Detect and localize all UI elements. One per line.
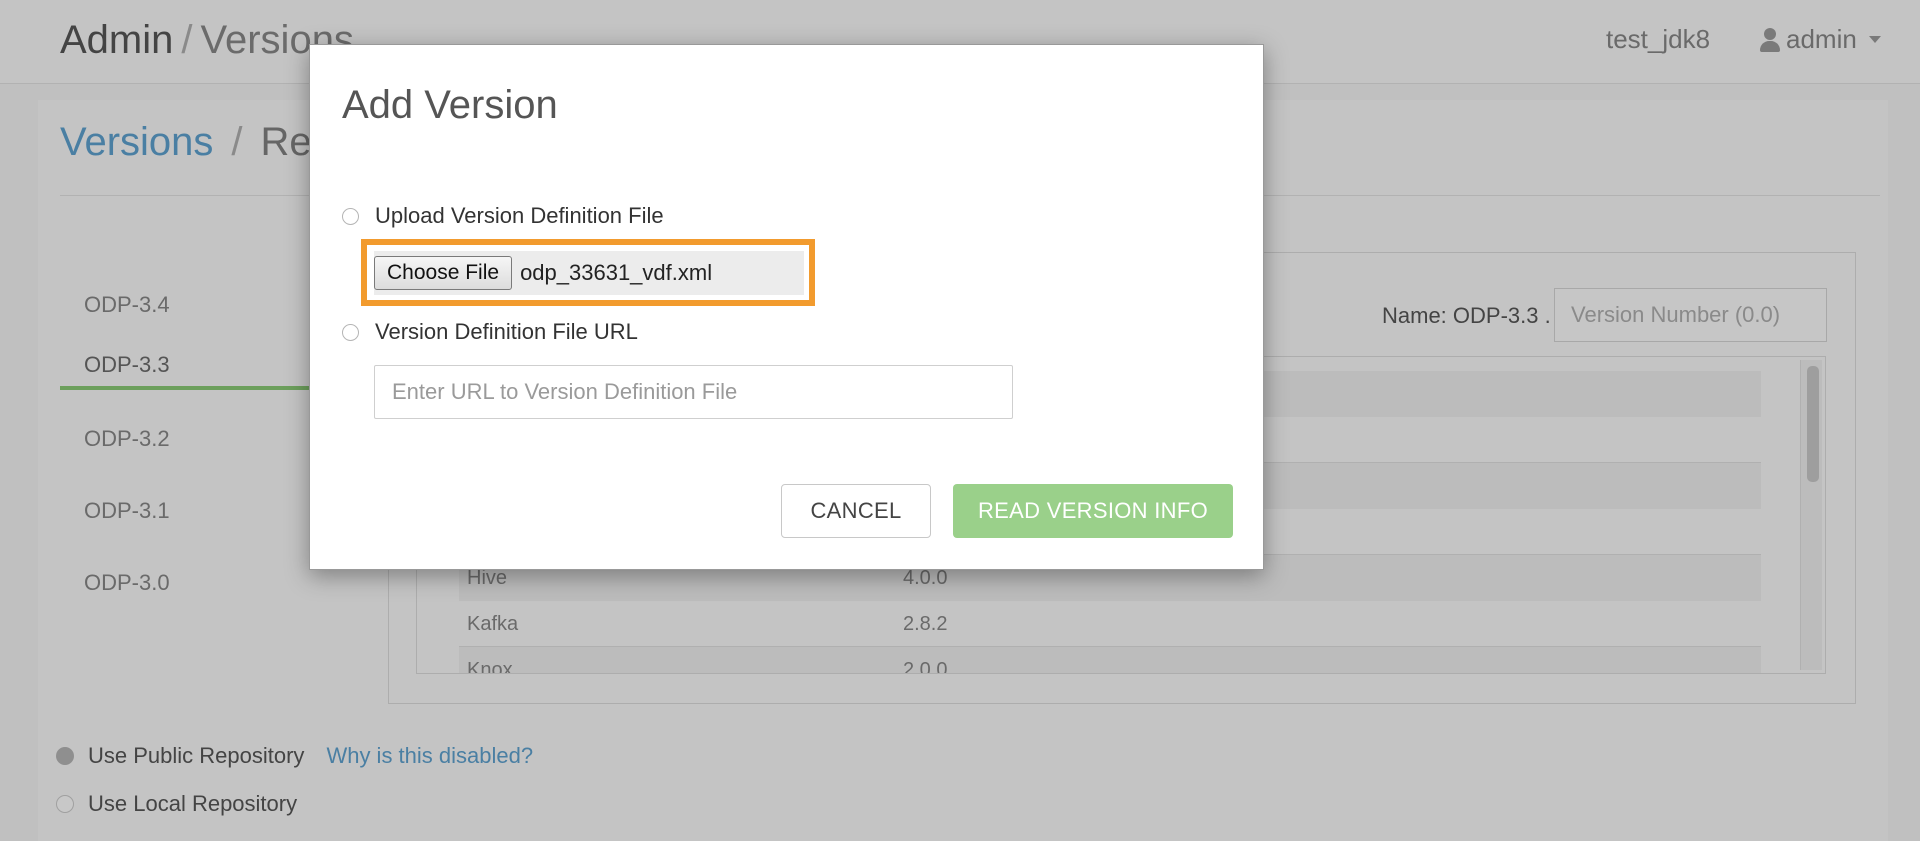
user-icon [1760,27,1780,52]
table-row: Kafka 2.8.2 [459,601,1761,647]
scrollbar-thumb[interactable] [1807,366,1819,482]
version-name-label: Name: ODP-3.3 . [1382,303,1551,328]
use-local-repository-option[interactable]: Use Local Repository [56,791,297,817]
user-name: admin [1786,24,1857,54]
upload-file-option[interactable]: Upload Version Definition File [342,203,664,229]
page-title-admin: Admin [60,18,174,62]
version-number-input[interactable]: Version Number (0.0) [1554,288,1827,342]
stack-tab-odp-3-4[interactable]: ODP-3.4 [60,280,320,330]
component-version: 4.0.0 [903,567,948,589]
public-repository-radio[interactable] [56,747,74,765]
read-version-info-button[interactable]: READ VERSION INFO [953,484,1233,538]
chevron-down-icon [1868,36,1881,43]
cluster-name: test_jdk8 [1606,24,1711,54]
file-url-option[interactable]: Version Definition File URL [342,319,638,345]
stack-tab-odp-3-0[interactable]: ODP-3.0 [60,558,320,608]
upload-file-radio[interactable] [342,207,359,225]
use-public-repository-option[interactable]: Use Public Repository Why is this disabl… [56,743,533,769]
breadcrumb-current: Re [260,120,312,164]
file-url-label: Version Definition File URL [375,319,638,344]
upload-file-label: Upload Version Definition File [375,203,664,228]
breadcrumb-versions-link[interactable]: Versions [60,120,213,164]
user-menu[interactable]: admin [1760,24,1881,55]
component-name: Knox [467,659,513,674]
table-scrollbar[interactable] [1800,360,1822,670]
page-title-separator: / [181,18,193,62]
breadcrumb-separator: / [231,120,243,164]
file-url-radio[interactable] [342,323,359,341]
version-definition-url-input[interactable] [374,365,1013,419]
selected-file-name: odp_33631_vdf.xml [520,260,713,285]
why-disabled-link[interactable]: Why is this disabled? [326,743,533,769]
choose-file-button[interactable]: Choose File [374,256,513,290]
breadcrumb: Versions / Re [60,120,312,165]
component-name: Kafka [467,613,519,635]
table-row: Knox 2.0.0 [459,647,1761,674]
dialog-title: Add Version [342,83,558,127]
component-name: Hive [467,567,508,589]
cancel-button[interactable]: CANCEL [781,484,931,538]
local-repository-radio[interactable] [56,795,74,813]
component-version: 2.0.0 [903,659,948,674]
stack-tab-odp-3-2[interactable]: ODP-3.2 [60,414,320,464]
component-version: 2.8.2 [903,613,948,635]
local-repository-label: Use Local Repository [88,791,298,816]
public-repository-label: Use Public Repository [88,743,305,768]
add-version-dialog: Add Version Upload Version Definition Fi… [309,44,1264,570]
stack-tab-odp-3-3[interactable]: ODP-3.3 [60,340,320,390]
stack-tab-odp-3-1[interactable]: ODP-3.1 [60,486,320,536]
file-chooser[interactable]: Choose File odp_33631_vdf.xml [374,251,804,295]
